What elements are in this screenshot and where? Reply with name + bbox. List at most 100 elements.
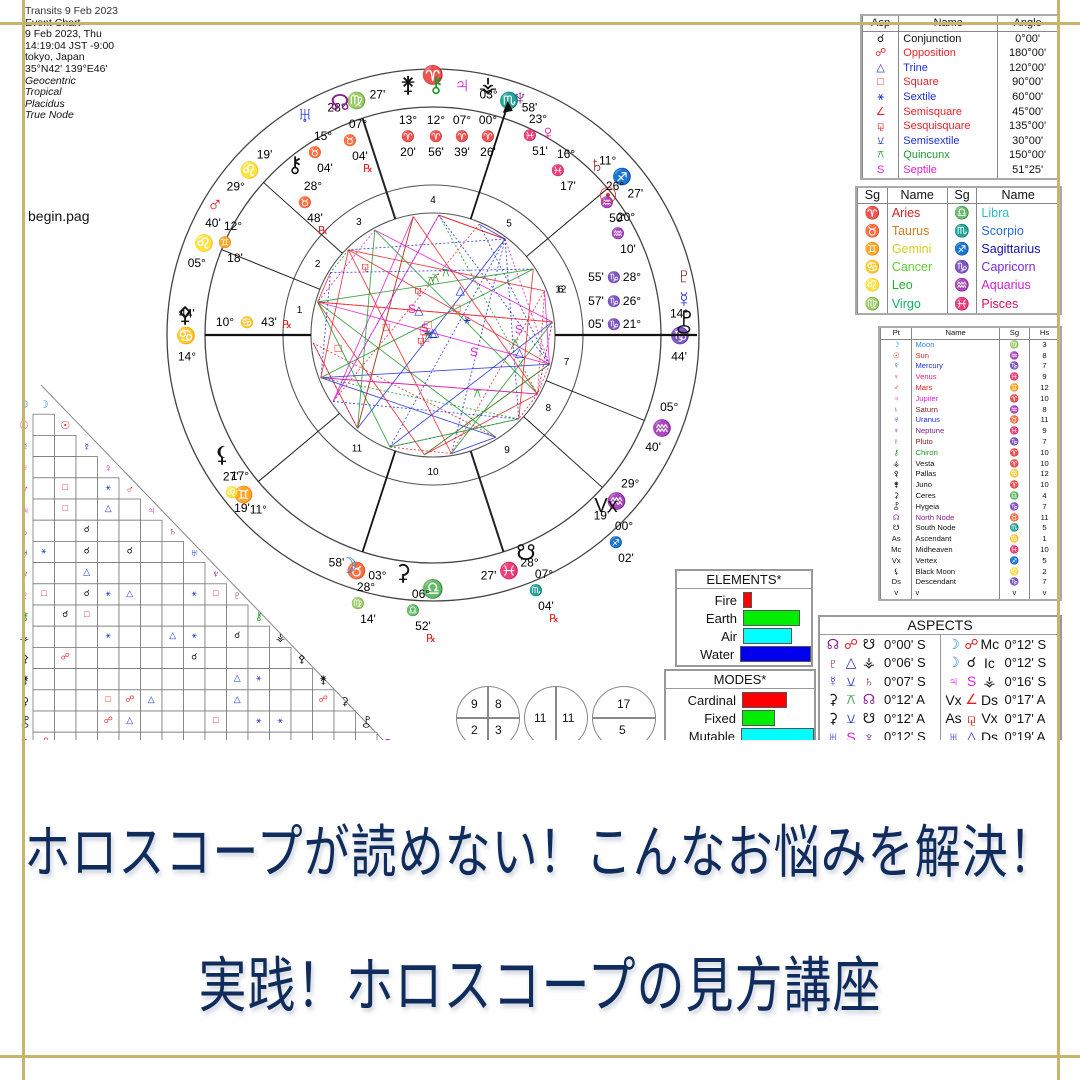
planet-degree: 12° [427,113,445,127]
quadrant-value: 9 [471,697,478,711]
sign-name: Scorpio [976,221,1060,240]
planet-row: Ds Descendant ♑ 7 [879,577,1060,589]
aspect-legend-row: ⚼ Sesquisquare 135°00' [861,119,1058,134]
zodiac-sign-icon: ♌ [857,276,888,295]
planet-sign-icon: ♈ [998,393,1031,405]
aspect-glyph-icon: □ [861,75,900,90]
grid-aspect-icon: ☌ [234,630,240,640]
cusp-degree: 29° [227,179,245,193]
planet-row: ☉ Sun ♒ 8 [879,350,1060,362]
aspect-glyph-icon: △ [861,60,900,76]
planet-sign-icon: ♏ [529,584,543,597]
grid-cell [75,646,98,669]
grid-cell [54,540,77,563]
planet-position: 12° ♊ 18' [218,219,243,265]
grid-diag-glyph-icon: ⚷ [255,611,263,623]
cusp-minute: 19' [257,147,273,161]
planet-sign-icon: ♊ [998,382,1031,394]
aspect-glyph-icon: ⚼ [861,119,900,134]
planet-glyph-icon: Ds [879,577,913,589]
grid-cell [32,519,55,542]
planet-minute: 17' [560,179,576,193]
planet-degree: 15° [314,129,332,143]
planet-glyph-icon: ⚴ [177,302,193,327]
planet-position: 12° ♈ 56' [427,113,445,159]
bar-row: Earth [677,609,811,627]
planet-name: Vesta [911,458,1000,470]
planet-glyph-icon: ⯛ [676,310,692,335]
planet-sign-icon: ♒ [611,227,625,240]
retrograde-icon: ℞ [318,225,328,237]
cusp-sign-icon: ♒ [652,419,672,438]
aspect-glyph-icon: ⚹ [861,89,900,105]
planet-glyph-icon: ♄ [589,152,606,177]
planet-house: 4 [1029,490,1060,502]
sign-name: Gemini [886,240,948,259]
grid-aspect-icon: ⚹ [106,482,112,492]
sign-legend-row: ♋ Cancer ♑ Capricorn [857,258,1060,277]
bar-fill [743,610,800,626]
aspect-line [450,238,506,454]
quadrant-value: 3 [495,723,502,737]
elements-box: ELEMENTS* Fire Earth Air Water [675,569,813,667]
column-header: Name [976,188,1060,204]
aspect-angle: 90°00' [997,75,1058,90]
sign-name: Sagittarius [976,240,1060,259]
aspect-row: ♇ △ ⚶ 0°06' S [824,654,940,673]
retrograde-icon: ℞ [549,613,559,625]
planet-minute: 51' [532,144,548,158]
grid-cell [118,731,141,740]
planet-house: 9 [1029,372,1060,383]
cusp-degree: 29° [621,477,639,491]
aspect-glyph-icon: ∠ [965,691,978,708]
house-number: 3 [356,217,362,228]
planet-sign-icon: ♉ [308,146,322,159]
retrograde-icon: ℞ [282,319,292,331]
planet-house: 12 [1029,469,1060,481]
grid-cell [54,668,77,691]
aspect-row: ☿ ⚺ ♄ 0°07' S [824,672,940,691]
planet-house: 7 [1029,577,1060,589]
aspect-row: As ⚼ Vx 0°17' A [945,709,1061,728]
planet-row: ♃ Jupiter ♈ 10 [879,393,1060,405]
planet-house: 7 [1029,361,1060,373]
grid-cell [75,689,98,712]
grid-aspect-icon: △ [234,694,241,704]
grid-aspect-icon: △ [169,630,176,640]
planet-row: ♆ Neptune ♓ 9 [879,426,1060,437]
grid-aspect-icon: ☍ [319,694,328,704]
grid-cell [54,710,77,733]
planet-row: Vx Vertex ♐ 5 [879,555,1060,567]
planet-sign-icon: ♐ [609,536,623,549]
frame-line-top [0,22,1080,25]
grid-cell [226,646,249,669]
planet-row: ⚳ Ceres ♎ 4 [879,490,1060,502]
planet-name: Ceres [911,490,1000,502]
half-value: 11 [562,711,575,725]
planet-house: 7 [1029,436,1060,448]
planet-degree: 16° [557,147,575,161]
planet-glyph-icon: ♅ [879,415,913,427]
aspect-angle: 30°00' [997,133,1058,149]
cusp-minute: 40' [645,440,661,454]
aspect-marker-icon: ⚼ [417,332,425,346]
aspect-row: ☽ ☍ Mc 0°12' S [945,635,1061,654]
aspect-glyph-icon: ∠ [861,104,900,120]
bar-row: Fixed [666,709,814,727]
aspect-marker-icon: ⚻ [427,273,435,287]
grid-cell [204,731,227,740]
aspect-name: Square [898,75,999,90]
house-cusp-line [526,188,608,257]
planet-name: Ascendant [911,534,1000,545]
bar-fill [742,710,775,726]
grid-cell [118,519,141,542]
aspect-glyph-icon: ⚺ [861,133,900,149]
aspect-legend-row: ☍ Opposition 180°00' [861,46,1058,61]
planet-house: 2 [1029,566,1060,578]
grid-cell [269,689,292,712]
grid-cell [54,456,77,479]
grid-diag-glyph-icon: ⚶ [276,632,285,644]
house-number: 5 [506,218,512,229]
planet-sign-icon: ♐ [998,555,1031,567]
grid-aspect-icon: ⚹ [41,545,47,555]
